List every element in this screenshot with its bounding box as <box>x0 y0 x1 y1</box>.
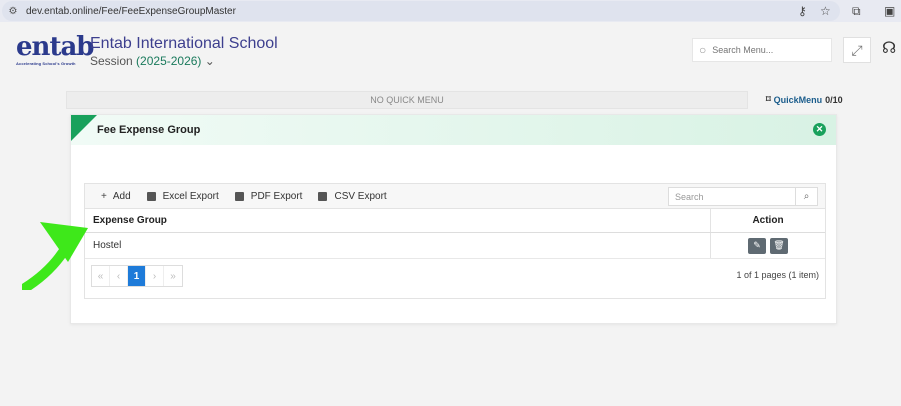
url-text[interactable]: dev.entab.online/Fee/FeeExpenseGroupMast… <box>26 6 236 17</box>
corner-flag-icon <box>71 115 97 141</box>
grid-search-input[interactable]: Search <box>668 187 796 206</box>
pager: « ‹ 1 › » <box>91 265 183 287</box>
quick-menu-bar: NO QUICK MENU <box>66 91 748 109</box>
pencil-icon: ✎ <box>753 240 761 250</box>
browser-toolbar: ⚙ dev.entab.online/Fee/FeeExpenseGroupMa… <box>0 0 901 22</box>
fullscreen-button[interactable]: ⤢ <box>843 37 871 63</box>
logo-tagline: Accelerating School's Growth <box>16 61 76 66</box>
pager-last-button[interactable]: » <box>164 266 182 286</box>
pager-info: 1 of 1 pages (1 item) <box>736 270 819 280</box>
pager-next-button[interactable]: › <box>146 266 164 286</box>
table-row[interactable]: Hostel ✎ 🗑 <box>85 233 825 259</box>
expand-icon: ⤢ <box>851 41 863 58</box>
add-label: Add <box>112 190 131 202</box>
csv-export-button[interactable]: CSV Export <box>318 190 387 202</box>
grid-search-placeholder: Search <box>675 191 704 202</box>
expense-group-grid: + Add Excel Export PDF Export CSV Export… <box>84 183 826 299</box>
session-label: Session <box>90 54 133 68</box>
session-year: (2025-2026) <box>136 54 202 68</box>
edit-button[interactable]: ✎ <box>748 237 766 254</box>
expense-group-cell: Hostel <box>85 233 711 258</box>
plus-icon: + <box>101 190 107 202</box>
menu-search-input[interactable] <box>712 45 813 55</box>
trash-icon: 🗑 <box>773 240 785 250</box>
table-header: Expense Group Action <box>85 209 825 233</box>
excel-icon <box>146 191 156 201</box>
quick-menu-link[interactable]: ⌑ QuickMenu 0/10 <box>766 94 843 105</box>
school-logo[interactable]: entab Accelerating School's Growth <box>16 32 94 68</box>
search-icon: ⌕ <box>803 191 810 202</box>
csv-export-label: CSV Export <box>334 190 387 202</box>
menu-search-box[interactable]: ○ <box>692 38 832 62</box>
pdf-export-button[interactable]: PDF Export <box>234 190 303 202</box>
csv-icon <box>318 191 328 201</box>
quick-menu-empty-text: NO QUICK MENU <box>370 95 444 105</box>
extensions-icon[interactable]: ⧉ <box>852 3 861 19</box>
address-bar[interactable]: ⚙ dev.entab.online/Fee/FeeExpenseGroupMa… <box>2 1 840 21</box>
logo-text: entab <box>16 32 94 62</box>
fee-expense-group-card: Fee Expense Group ✕ + Add Excel Export P… <box>70 114 837 324</box>
session-selector[interactable]: Session (2025-2026) ⌄ <box>90 54 215 68</box>
card-title: Fee Expense Group <box>97 124 201 136</box>
annotation-arrow-icon <box>22 222 88 290</box>
site-settings-icon[interactable]: ⚙ <box>6 4 20 18</box>
school-name: Entab International School <box>90 35 278 52</box>
column-header-action: Action <box>752 215 784 226</box>
headset-icon[interactable]: ☊ <box>882 38 896 58</box>
pager-prev-button[interactable]: ‹ <box>110 266 128 286</box>
pager-page-button[interactable]: 1 <box>128 266 146 286</box>
close-icon[interactable]: ✕ <box>813 123 826 136</box>
bookmark-icon: ⌑ <box>766 94 771 104</box>
card-header: Fee Expense Group ✕ <box>71 115 836 145</box>
sidepanel-icon[interactable]: ▣ <box>884 3 895 19</box>
add-button[interactable]: + Add <box>101 191 131 202</box>
column-header-expense-group[interactable]: Expense Group <box>85 209 711 232</box>
excel-export-label: Excel Export <box>162 190 219 202</box>
key-icon[interactable]: ⚷ <box>798 3 807 19</box>
grid-search-button[interactable]: ⌕ <box>796 187 818 206</box>
delete-button[interactable]: 🗑 <box>770 237 788 254</box>
excel-export-button[interactable]: Excel Export <box>146 190 219 202</box>
grid-toolbar: + Add Excel Export PDF Export CSV Export… <box>85 184 825 209</box>
search-icon: ○ <box>699 43 707 57</box>
pdf-export-label: PDF Export <box>250 190 303 202</box>
quick-menu-label: QuickMenu <box>773 94 823 105</box>
quick-menu-count: 0/10 <box>825 94 843 105</box>
star-icon[interactable]: ☆ <box>820 3 831 19</box>
pdf-icon <box>234 191 244 201</box>
chevron-down-icon: ⌄ <box>204 54 215 68</box>
action-cell: ✎ 🗑 <box>711 233 825 258</box>
pager-first-button[interactable]: « <box>92 266 110 286</box>
